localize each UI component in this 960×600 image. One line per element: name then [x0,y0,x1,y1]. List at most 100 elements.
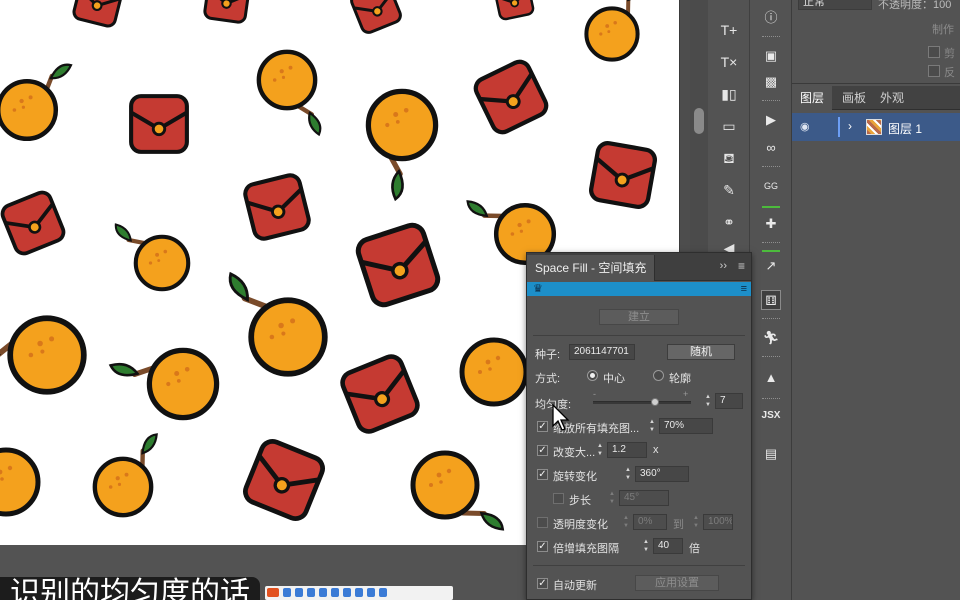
mode-center-label: 中心 [603,373,625,385]
uniformity-slider-knob[interactable] [651,398,659,406]
ime-emoji-icon [307,588,315,597]
ime-skin-icon [343,588,351,597]
align-left-icon[interactable]: ▭ [719,116,739,136]
rotate-checkbox[interactable]: ✓ [537,469,548,480]
invert-mask-checkbox[interactable] [928,65,940,77]
apply-settings-button[interactable]: 应用设置 [635,575,719,591]
collapse-icon[interactable]: ›› [720,260,727,272]
layer-color-indicator [838,117,840,137]
run-figure-icon[interactable]: 🏃︎ [761,328,781,348]
panel-header: Space Fill - 空间填充 ›› ≡ [527,253,751,281]
right-panel: 正常 不透明度：100 制作 剪 反 图层 画板 外观 ◉ › 图层 1 [792,0,960,600]
link-icon[interactable]: ⚭ [719,212,739,232]
spacing-unit: 倍 [689,543,700,555]
chain-link-icon[interactable]: ∞ [761,138,781,158]
uniformity-input[interactable]: 7 [715,393,743,409]
scale-all-input[interactable]: 70% [659,418,713,434]
opacity-variation-label: 透明度变化 [553,519,608,531]
divider [762,242,780,243]
image-swap-icon[interactable]: ▩ [761,72,781,92]
auto-update-checkbox[interactable]: ✓ [537,578,548,589]
divider [533,565,745,566]
step-checkbox[interactable] [553,493,564,504]
random-button[interactable]: 随机 [667,344,735,360]
ime-punct-icon [295,588,303,597]
blend-mode-select[interactable]: 正常 [798,0,872,10]
chevron-right-icon[interactable]: › [848,119,852,133]
rotate-input[interactable]: 360° [635,466,689,482]
space-fill-plugin-icon[interactable]: ⚅ [761,290,781,310]
layers-tab-bar: 图层 画板 外观 [792,86,960,110]
mode-outline-label: 轮廓 [669,373,691,385]
divider [762,100,780,101]
crown-logo-icon: ♛ [533,283,543,295]
mode-center-radio[interactable] [587,370,598,381]
spacing-input[interactable]: 40 [653,538,683,554]
image-trace-icon[interactable]: ▤ [761,444,781,464]
panel-title-tab[interactable]: Space Fill - 空间填充 [527,255,656,281]
uniformity-stepper[interactable]: ▲ ▼ [703,393,713,409]
tab-artboards[interactable]: 画板 [834,86,874,110]
curve-tool-icon[interactable]: ↗ [761,256,781,276]
ime-mode-icon [283,588,291,597]
step-stepper[interactable]: ▲ ▼ [607,490,617,506]
spacing-label: 倍增填充图隔 [553,543,619,555]
text-tool-icon[interactable]: T+ [719,20,739,40]
info-icon[interactable]: ⓘ [761,8,781,28]
text-clear-icon[interactable]: T× [719,52,739,72]
layer-name[interactable]: 图层 1 [888,120,922,137]
mode-label: 方式: [535,373,561,385]
panel-menu-icon[interactable]: ≡ [738,259,745,273]
ime-menu-icon [379,588,387,597]
uniformity-slider[interactable] [593,401,691,404]
brand-menu-icon[interactable]: ≡ [741,282,747,296]
step-input[interactable]: 45° [619,490,669,506]
spacing-checkbox[interactable]: ✓ [537,541,548,552]
resize-checkbox[interactable]: ✓ [537,445,548,456]
make-mask-button[interactable]: 制作 [926,20,960,40]
scrollbar-thumb[interactable] [694,108,704,134]
document-info-icon[interactable]: ▣ [761,46,781,66]
add-icon[interactable]: ✚ [761,214,781,234]
resize-input[interactable]: 1.2 [607,442,647,458]
scale-all-stepper[interactable]: ▲ ▼ [647,418,657,434]
divider [762,318,780,319]
opacity-to-stepper[interactable]: ▲ ▼ [691,514,701,530]
resize-unit: x [653,444,659,456]
opacity-from-input[interactable]: 0% [633,514,667,530]
mode-outline-radio[interactable] [653,370,664,381]
jsx-script-icon[interactable]: JSX [761,406,781,426]
create-button[interactable]: 建立 [599,309,679,325]
resize-stepper[interactable]: ▲ ▼ [595,442,605,458]
ime-toolbar[interactable] [265,586,453,600]
green-indicator [762,206,780,208]
uniformity-plus-label: + [683,389,689,399]
divider [762,356,780,357]
seed-input[interactable]: 2061147701 [569,344,635,360]
gg-plugin-icon[interactable]: GG [761,176,781,196]
opacity-to-input[interactable]: 100% [703,514,733,530]
paint-bucket-icon[interactable]: ⛾ [719,148,739,168]
clip-checkbox[interactable] [928,46,940,58]
opacity-from-stepper[interactable]: ▲ ▼ [621,514,631,530]
layer-row[interactable]: ◉ › 图层 1 [792,113,960,141]
eyedropper-icon[interactable]: ✎ [719,180,739,200]
invert-label: 反 [944,67,955,79]
rotate-label: 旋转变化 [553,471,597,483]
scale-all-checkbox[interactable]: ✓ [537,421,548,432]
ime-logo-icon [267,588,279,597]
tab-layers[interactable]: 图层 [792,86,833,110]
triforce-icon[interactable]: ▲ [761,368,781,388]
tab-appearance[interactable]: 外观 [872,86,912,110]
align-icon[interactable]: ▮▯ [719,84,739,104]
layer-thumbnail [866,119,882,135]
opacity-variation-checkbox[interactable] [537,517,548,528]
play-icon[interactable]: ▶ [761,110,781,130]
opacity-label: 不透明度：100 [878,0,952,11]
layers-list-body [792,141,960,600]
spacing-stepper[interactable]: ▲ ▼ [641,538,651,554]
eye-icon[interactable]: ◉ [800,120,814,134]
rotate-stepper[interactable]: ▲ ▼ [623,466,633,482]
divider [762,36,780,37]
uniformity-minus-label: - [593,389,596,399]
